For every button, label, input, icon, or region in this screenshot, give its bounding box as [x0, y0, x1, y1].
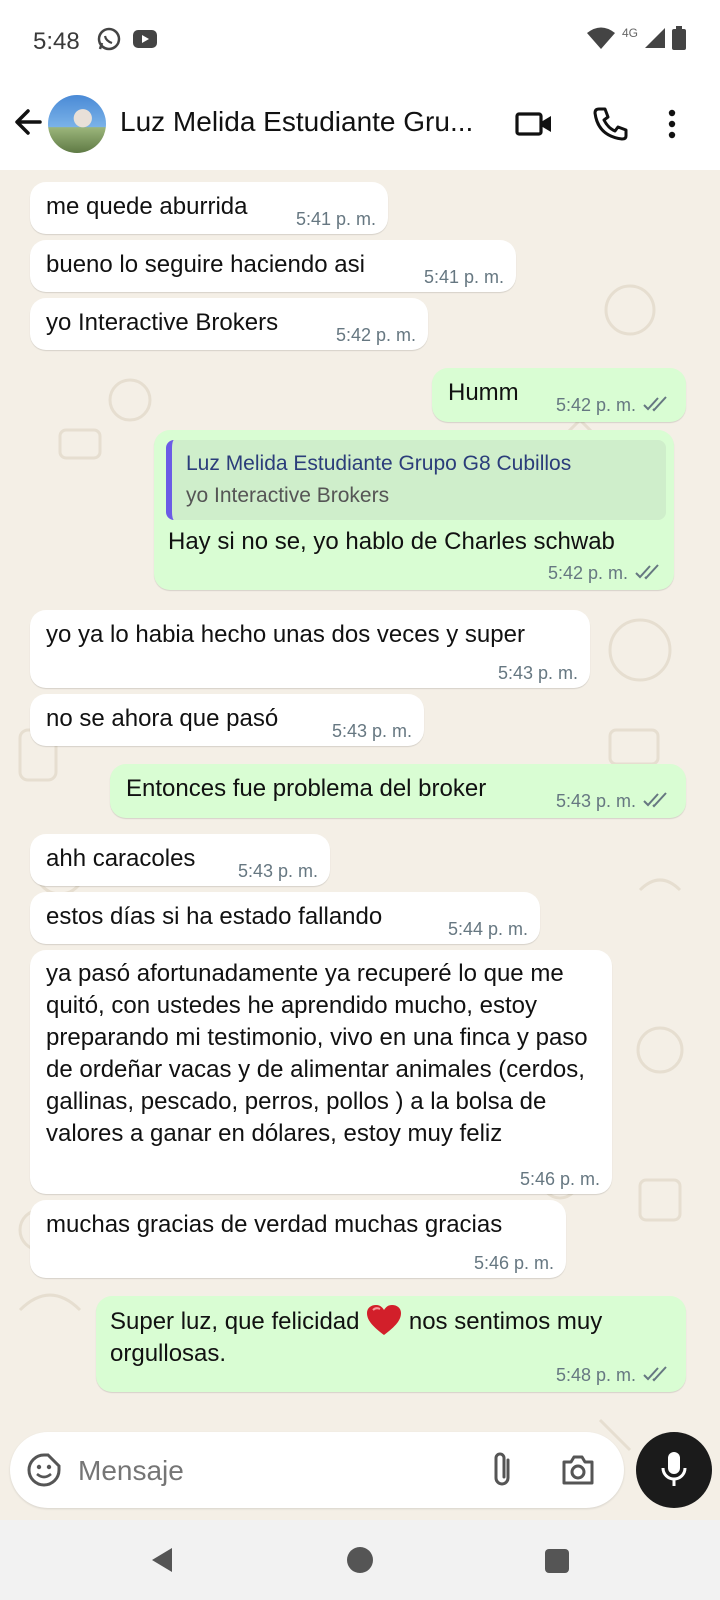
sticker-icon[interactable]: [26, 1452, 62, 1493]
system-navigation-bar: [0, 1520, 720, 1600]
message-time: 5:41 p. m.: [423, 267, 504, 287]
message-text: me quede aburrida: [46, 193, 248, 220]
message-text: Super luz, que felicidad nos sentimos mu…: [110, 1304, 670, 1370]
message-text: no se ahora que pasó: [46, 705, 279, 732]
more-options-icon[interactable]: [664, 104, 704, 144]
message-time: 5:42 p. m.: [555, 395, 636, 415]
battery-icon: [672, 26, 686, 55]
message-text-part: Super luz, que felicidad: [110, 1308, 360, 1335]
read-receipt-icon: [643, 1366, 667, 1382]
contact-avatar[interactable]: [48, 95, 106, 153]
message-bubble-incoming[interactable]: me quede aburrida 5:41 p. m.: [30, 182, 388, 234]
wifi-icon: [586, 26, 616, 55]
message-text: yo Interactive Brokers: [46, 309, 279, 336]
message-bubble-outgoing-reply[interactable]: Luz Melida Estudiante Grupo G8 Cubillos …: [154, 430, 674, 590]
message-bubble-incoming[interactable]: ahh caracoles 5:43 p. m.: [30, 834, 330, 886]
quoted-message-author: Luz Melida Estudiante Grupo G8 Cubillos: [186, 452, 572, 475]
network-type-label: 4G: [621, 25, 638, 40]
message-bubble-incoming[interactable]: no se ahora que pasó 5:43 p. m.: [30, 694, 424, 746]
message-text: Entonces fue problema del broker: [126, 775, 487, 802]
message-bubble-incoming[interactable]: yo ya lo habia hecho unas dos veces y su…: [30, 610, 590, 688]
quoted-message-text: yo Interactive Brokers: [186, 484, 390, 507]
message-time: 5:46 p. m.: [519, 1169, 600, 1189]
red-heart-icon: [367, 1305, 402, 1335]
whatsapp-notification-icon: [96, 26, 122, 57]
message-time: 5:43 p. m.: [555, 791, 636, 811]
nav-home-icon[interactable]: [346, 1546, 374, 1579]
message-time: 5:41 p. m.: [295, 209, 376, 229]
video-call-icon[interactable]: [514, 104, 554, 144]
voice-message-button[interactable]: [636, 1432, 712, 1508]
message-text: bueno lo seguire haciendo asi: [46, 251, 365, 278]
status-bar: 5:48 4G: [0, 0, 720, 84]
message-input[interactable]: [76, 1448, 460, 1494]
youtube-notification-icon: [132, 28, 158, 55]
read-receipt-icon: [643, 396, 667, 412]
message-time: 5:48 p. m.: [555, 1365, 636, 1385]
camera-icon[interactable]: [560, 1452, 596, 1493]
message-text: ya pasó afortunadamente ya recuperé lo q…: [46, 960, 588, 1147]
message-time: 5:44 p. m.: [447, 919, 528, 939]
message-text: estos días si ha estado fallando: [46, 903, 383, 930]
message-text: ahh caracoles: [46, 845, 196, 872]
nav-recents-icon[interactable]: [544, 1548, 570, 1579]
message-bubble-incoming[interactable]: estos días si ha estado fallando 5:44 p.…: [30, 892, 540, 944]
message-bubble-outgoing[interactable]: Entonces fue problema del broker 5:43 p.…: [110, 764, 686, 818]
message-bubble-incoming[interactable]: ya pasó afortunadamente ya recuperé lo q…: [30, 950, 612, 1194]
message-text: Humm: [448, 379, 519, 406]
chat-wallpaper: me quede aburrida 5:41 p. m. bueno lo se…: [0, 170, 720, 1520]
message-text: muchas gracias de verdad muchas gracias: [46, 1211, 503, 1238]
voice-call-icon[interactable]: [590, 104, 630, 144]
message-text: yo ya lo habia hecho unas dos veces y su…: [46, 621, 525, 648]
back-arrow-icon[interactable]: [10, 102, 50, 142]
microphone-icon: [658, 1450, 690, 1495]
message-composer: [10, 1432, 624, 1508]
read-receipt-icon: [635, 564, 659, 580]
quoted-message[interactable]: Luz Melida Estudiante Grupo G8 Cubillos …: [166, 440, 666, 520]
message-time: 5:42 p. m.: [547, 563, 628, 583]
message-time: 5:46 p. m.: [473, 1253, 554, 1273]
attach-icon[interactable]: [488, 1450, 518, 1495]
message-bubble-incoming[interactable]: yo Interactive Brokers 5:42 p. m.: [30, 298, 428, 350]
message-time: 5:43 p. m.: [497, 663, 578, 683]
nav-back-icon[interactable]: [148, 1546, 176, 1579]
message-bubble-outgoing[interactable]: Humm 5:42 p. m.: [432, 368, 686, 422]
chat-header: Luz Melida Estudiante Gru...: [0, 84, 720, 170]
message-bubble-outgoing[interactable]: Super luz, que felicidad nos sentimos mu…: [96, 1296, 686, 1392]
message-time: 5:42 p. m.: [335, 325, 416, 345]
status-time: 5:48: [33, 28, 80, 55]
message-text: Hay si no se, yo hablo de Charles schwab: [168, 528, 615, 555]
message-time: 5:43 p. m.: [331, 721, 412, 741]
cell-signal-icon: [644, 27, 666, 54]
contact-name[interactable]: Luz Melida Estudiante Gru...: [120, 106, 473, 138]
message-time: 5:43 p. m.: [237, 861, 318, 881]
message-bubble-incoming[interactable]: muchas gracias de verdad muchas gracias …: [30, 1200, 566, 1278]
message-bubble-incoming[interactable]: bueno lo seguire haciendo asi 5:41 p. m.: [30, 240, 516, 292]
read-receipt-icon: [643, 792, 667, 808]
